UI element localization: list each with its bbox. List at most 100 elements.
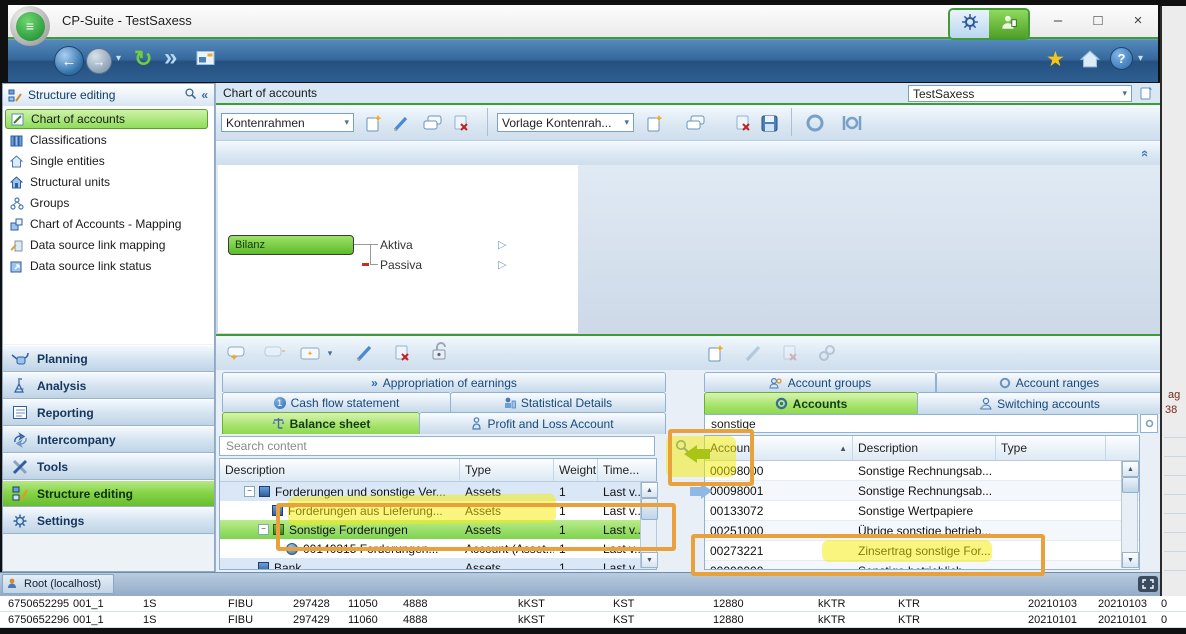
- column-header-time[interactable]: Time...: [598, 459, 656, 481]
- collapse-tree-icon[interactable]: «: [1138, 150, 1153, 157]
- new-node-menu-button[interactable]: ▾: [298, 341, 334, 365]
- status-root-tab[interactable]: Root (localhost): [2, 574, 114, 594]
- dataset-new-button[interactable]: [1136, 85, 1156, 102]
- dataset-combo[interactable]: TestSaxess▾: [908, 85, 1132, 102]
- column-header-weight[interactable]: Weight: [554, 459, 598, 481]
- module-intercompany[interactable]: Intercompany: [3, 426, 214, 453]
- sidebar-item-coa-mapping[interactable]: Chart of Accounts - Mapping: [5, 214, 208, 234]
- new-template-button[interactable]: [642, 111, 666, 135]
- back-button[interactable]: ←: [54, 46, 84, 76]
- tab-profit-and-loss[interactable]: Profit and Loss Account: [419, 412, 666, 434]
- table-row[interactable]: Bank Assets 1 Last v.: [220, 558, 656, 570]
- delete-account-button[interactable]: [778, 341, 802, 365]
- search-content-input[interactable]: Search content: [219, 436, 655, 456]
- sidebar-collapse-icon[interactable]: «: [201, 88, 208, 102]
- range-view-button[interactable]: [840, 111, 864, 135]
- new-node-button[interactable]: [226, 341, 250, 365]
- kontenrahmen-combo[interactable]: Kontenrahmen▾: [221, 113, 354, 132]
- copy-template-button[interactable]: [683, 111, 707, 135]
- balance-scale-icon: [272, 417, 285, 430]
- delete-node-button[interactable]: [390, 341, 414, 365]
- module-analysis[interactable]: Analysis: [3, 372, 214, 399]
- forward-button[interactable]: →: [86, 48, 112, 74]
- nav-history-caret-icon[interactable]: ▾: [116, 53, 121, 64]
- tab-cash-flow-statement[interactable]: 1 Cash flow statement: [222, 392, 451, 412]
- column-header-description[interactable]: Description: [220, 459, 460, 481]
- app-logo[interactable]: ≡: [10, 6, 50, 46]
- sidebar-item-groups[interactable]: Groups: [5, 193, 208, 213]
- favorites-star-icon[interactable]: ★: [1046, 47, 1065, 72]
- tab-switching-accounts[interactable]: Switching accounts: [917, 392, 1162, 414]
- circle-view-button[interactable]: [803, 111, 827, 135]
- tree-node-aktiva[interactable]: Aktiva: [380, 238, 413, 252]
- sidebar-item-classifications[interactable]: Classifications: [5, 130, 208, 150]
- delete-template-button[interactable]: [731, 111, 755, 135]
- module-planning[interactable]: Planning: [3, 345, 214, 372]
- account-row[interactable]: 00133072 Sonstige Wertpapiere: [705, 501, 1139, 521]
- module-structure-editing[interactable]: Structure editing: [3, 480, 214, 507]
- tab-appropriation-of-earnings[interactable]: » Appropriation of earnings: [222, 372, 666, 392]
- account-filter-input[interactable]: sonstige: [704, 414, 1138, 433]
- tab-account-groups[interactable]: Account groups: [704, 372, 936, 392]
- home-icon[interactable]: [1080, 50, 1100, 73]
- collapse-icon[interactable]: −: [244, 486, 255, 497]
- edit-chart-frame-button[interactable]: [388, 111, 412, 135]
- tree-collapse-marker[interactable]: [362, 263, 369, 266]
- module-tools[interactable]: Tools: [3, 453, 214, 480]
- new-chart-frame-button[interactable]: [361, 111, 385, 135]
- scroll-down-button[interactable]: ▼: [1122, 552, 1139, 568]
- circled-one-icon: 1: [274, 397, 286, 409]
- grid-row[interactable]: 6750652295001_11SFIBU297428110504888kKST…: [0, 596, 1186, 612]
- close-button[interactable]: ×: [1120, 9, 1156, 31]
- link-account-button[interactable]: [815, 341, 839, 365]
- tree-node-bilanz[interactable]: Bilanz: [228, 235, 354, 255]
- scrollbar-thumb[interactable]: [1122, 477, 1139, 493]
- tab-balance-sheet[interactable]: Balance sheet: [222, 412, 420, 434]
- new-account-button[interactable]: [703, 341, 727, 365]
- sidebar-search-icon[interactable]: [184, 87, 197, 103]
- expand-aktiva-icon[interactable]: ▷: [498, 238, 506, 251]
- sidebar-item-data-source-link-status[interactable]: Data source link status: [5, 256, 208, 276]
- edit-account-button[interactable]: [741, 341, 765, 365]
- mode-tab-configuration[interactable]: [950, 10, 989, 38]
- column-header-description[interactable]: Description: [853, 436, 996, 460]
- column-header-type[interactable]: Type: [460, 459, 554, 481]
- scroll-down-button[interactable]: ▼: [641, 552, 658, 568]
- account-row[interactable]: 00098000 Sonstige Rechnungsab...: [705, 461, 1139, 481]
- sidebar-item-data-source-link-mapping[interactable]: Data source link mapping: [5, 235, 208, 255]
- fast-forward-icon[interactable]: »: [164, 44, 177, 72]
- vorlage-combo[interactable]: Vorlage Kontenrah...▾: [497, 113, 634, 132]
- new-sibling-node-button[interactable]: [263, 341, 287, 365]
- expand-passiva-icon[interactable]: ▷: [498, 258, 506, 271]
- refresh-icon[interactable]: ↻: [134, 46, 152, 72]
- account-row[interactable]: 00098001 Sonstige Rechnungsab...: [705, 481, 1139, 501]
- minimize-button[interactable]: –: [1040, 9, 1076, 31]
- module-settings[interactable]: Settings: [3, 507, 214, 534]
- help-caret-icon[interactable]: ▾: [1138, 53, 1143, 64]
- filter-options-button[interactable]: [1140, 414, 1158, 433]
- column-header-type[interactable]: Type: [996, 436, 1106, 460]
- help-button[interactable]: ?: [1110, 47, 1133, 70]
- tab-accounts[interactable]: Accounts: [704, 392, 918, 414]
- grid-row[interactable]: 6750652296001_11SFIBU297429110604888kKST…: [0, 612, 1186, 628]
- collapse-icon[interactable]: −: [258, 524, 269, 535]
- scroll-up-button[interactable]: ▲: [641, 482, 658, 498]
- save-button[interactable]: [757, 111, 781, 135]
- scroll-up-button[interactable]: ▲: [1122, 461, 1139, 477]
- sidebar-item-chart-of-accounts[interactable]: Chart of accounts: [5, 109, 208, 129]
- expand-panel-icon[interactable]: [1138, 576, 1158, 592]
- maximize-button[interactable]: □: [1080, 9, 1116, 31]
- unlock-button[interactable]: [428, 339, 452, 363]
- edit-node-button[interactable]: [352, 341, 376, 365]
- tab-account-ranges[interactable]: Account ranges: [936, 372, 1162, 392]
- sidebar-item-single-entities[interactable]: Single entities: [5, 151, 208, 171]
- tree-node-passiva[interactable]: Passiva: [380, 258, 422, 272]
- module-reporting[interactable]: Reporting: [3, 399, 214, 426]
- delete-chart-frame-button[interactable]: [449, 111, 473, 135]
- layout-window-icon[interactable]: [196, 50, 216, 72]
- mode-tab-user[interactable]: [989, 10, 1028, 38]
- data-source-link-status-icon: [9, 259, 24, 273]
- tab-statistical-details[interactable]: Statistical Details: [450, 392, 666, 412]
- copy-chart-frame-button[interactable]: [420, 111, 444, 135]
- sidebar-item-structural-units[interactable]: Structural units: [5, 172, 208, 192]
